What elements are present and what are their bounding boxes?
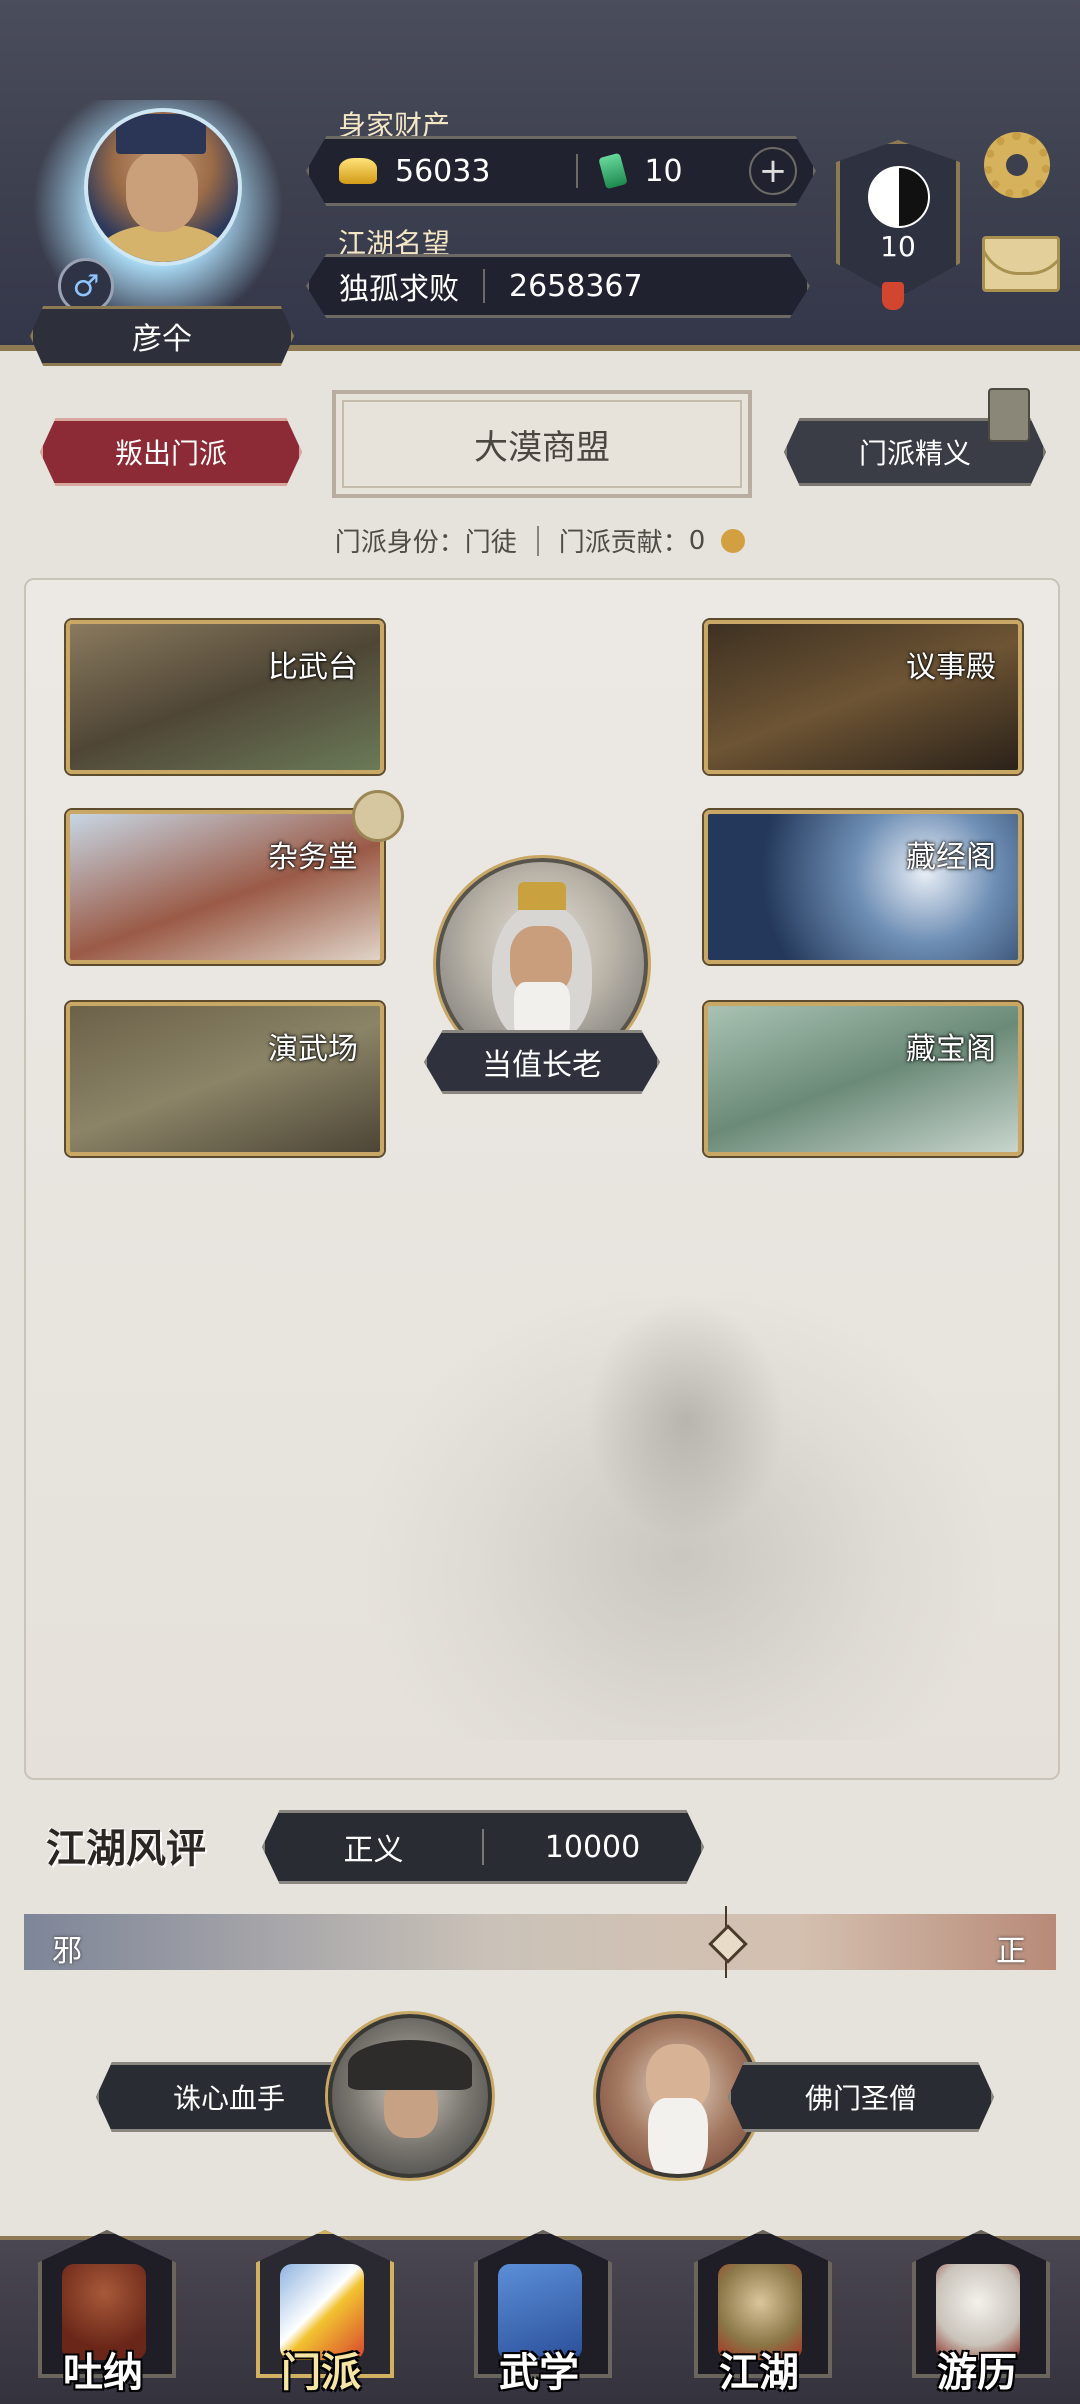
swordsman-silhouette	[586, 1300, 786, 1540]
identity-value: 门徒	[464, 528, 517, 558]
alignment-marker	[711, 1906, 741, 1978]
add-currency-button[interactable]: +	[749, 147, 797, 195]
fame-value: 2658367	[509, 268, 643, 304]
nav-sect[interactable]: 门派	[246, 2220, 396, 2400]
alignment-value: 正义	[343, 1833, 404, 1868]
building-label: 藏宝阁	[906, 1032, 996, 1067]
avatar-portrait	[84, 108, 242, 266]
reputation-title: 江湖风评	[46, 1826, 206, 1872]
building-label: 杂务堂	[268, 840, 358, 875]
nav-jianghu[interactable]: 江湖	[684, 2220, 834, 2400]
nav-label: 武学	[499, 2350, 579, 2396]
mail-envelope-icon[interactable]	[982, 236, 1060, 292]
player-name: 彦仐	[30, 306, 294, 366]
yinyang-icon	[868, 166, 930, 228]
nav-label: 门派	[281, 2350, 361, 2396]
nav-label: 吐纳	[63, 2350, 143, 2396]
building-label: 演武场	[268, 1032, 358, 1067]
male-gender-icon: ♂	[58, 258, 114, 314]
nav-label: 游历	[937, 2350, 1017, 2396]
gold-amount: 56033	[395, 153, 491, 189]
token-icon	[988, 388, 1030, 442]
contribution-value: 0	[688, 525, 706, 556]
building-council-hall[interactable]: 议事殿	[704, 620, 1022, 774]
sect-name: 大漠商盟	[332, 390, 752, 498]
reputation-value: 10000	[544, 1829, 641, 1865]
contribution-label: 门派贡献：	[558, 528, 689, 558]
building-label: 藏经阁	[906, 840, 996, 875]
wealth-pill: 56033 10 +	[306, 136, 816, 206]
righteous-label: 正	[996, 1934, 1026, 1969]
settings-gear-icon[interactable]	[984, 132, 1050, 198]
fame-pill: 独孤求败 2658367	[306, 254, 810, 318]
npc-evil-label[interactable]: 诛心血手	[96, 2062, 362, 2132]
gold-ingot-icon	[339, 158, 377, 184]
nav-martial-arts[interactable]: 武学	[464, 2220, 614, 2400]
building-training-ground[interactable]: 演武场	[66, 1002, 384, 1156]
building-treasury[interactable]: 藏宝阁	[704, 1002, 1022, 1156]
nav-meditation[interactable]: 吐纳	[28, 2220, 178, 2400]
alignment-bar	[24, 1914, 1056, 1970]
evil-label: 邪	[52, 1934, 82, 1969]
nav-travel[interactable]: 游历	[902, 2220, 1052, 2400]
scroll-badge-icon	[352, 790, 404, 842]
identity-label: 门派身份：	[334, 528, 465, 558]
coin-icon	[721, 528, 746, 553]
building-arena[interactable]: 比武台	[66, 620, 384, 774]
divider	[536, 525, 539, 556]
sect-identity-row: 门派身份： 门徒 门派贡献： 0	[0, 522, 1080, 559]
fame-title: 独孤求败	[339, 272, 459, 307]
divider	[576, 154, 579, 188]
npc-evil-portrait[interactable]	[328, 2014, 492, 2178]
divider	[483, 269, 485, 303]
leave-sect-button[interactable]: 叛出门派	[40, 418, 302, 486]
building-label: 议事殿	[906, 650, 996, 685]
elder-on-duty-button[interactable]: 当值长老	[424, 1030, 660, 1094]
building-library[interactable]: 藏经阁	[704, 810, 1022, 964]
player-avatar[interactable]: ♂	[28, 100, 288, 320]
building-label: 比武台	[268, 650, 358, 685]
player-level: 10	[880, 230, 916, 263]
nav-label: 江湖	[719, 2350, 799, 2396]
jade-amount: 10	[644, 153, 683, 189]
jade-icon	[598, 152, 629, 190]
reputation-pill: 正义 10000	[262, 1810, 704, 1884]
npc-monk-label[interactable]: 佛门圣僧	[728, 2062, 994, 2132]
tassel-decoration	[882, 282, 904, 310]
building-chores-hall[interactable]: 杂务堂	[66, 810, 384, 964]
